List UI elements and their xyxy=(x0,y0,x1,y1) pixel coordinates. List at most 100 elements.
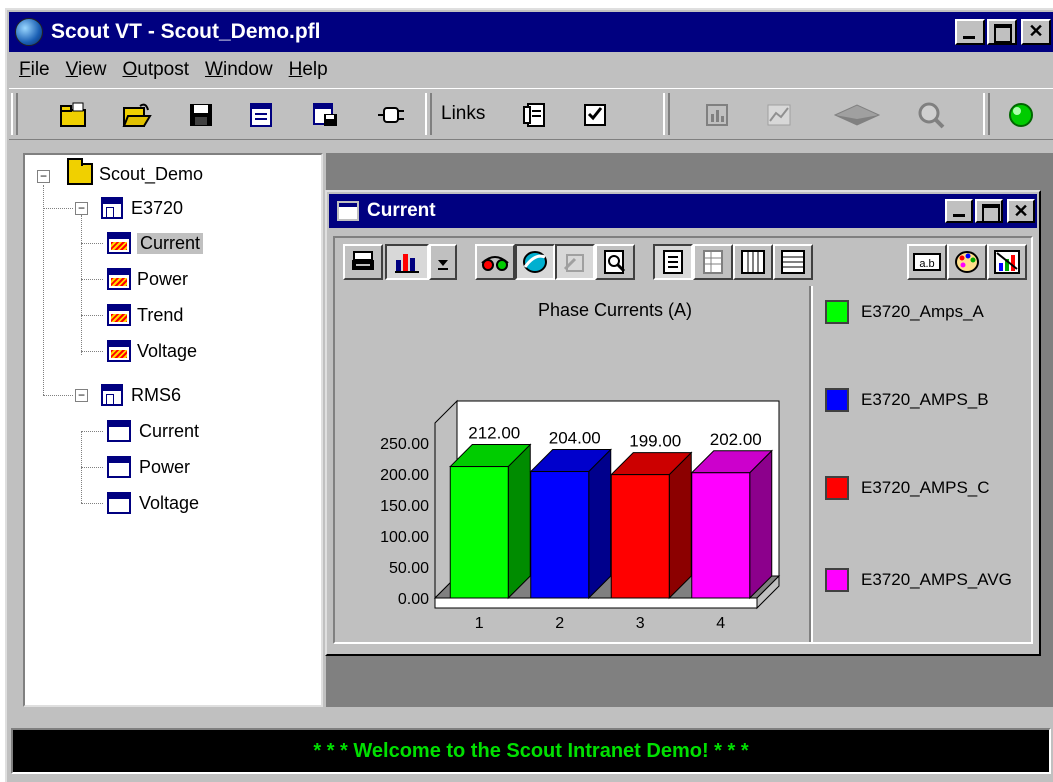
x-tick-label: 4 xyxy=(716,615,725,632)
bar-front xyxy=(610,474,670,599)
link-document-icon[interactable] xyxy=(519,99,551,131)
data-labels-icon[interactable]: a.b xyxy=(907,244,947,280)
legend-swatch xyxy=(825,300,849,324)
chart-page-icon xyxy=(107,268,131,290)
tree-item-rms6-voltage[interactable]: Voltage xyxy=(107,492,199,514)
minimize-button[interactable] xyxy=(955,19,985,45)
tree-item-rms6-current[interactable]: Current xyxy=(107,420,199,442)
tree-item-e3720-power[interactable]: Power xyxy=(107,268,188,290)
tree-device-rms6[interactable]: RMS6 xyxy=(101,384,181,406)
chart-wizard-icon[interactable] xyxy=(987,244,1027,280)
search-magnifier-icon[interactable] xyxy=(915,99,947,131)
menu-file[interactable]: File xyxy=(19,59,50,81)
legend-item-avg[interactable]: E3720_AMPS_AVG xyxy=(825,568,1025,592)
child-title-bar[interactable]: Current ✕ xyxy=(329,194,1037,228)
legend-swatch xyxy=(825,476,849,500)
edit-checklist-icon[interactable] xyxy=(579,99,611,131)
tree-item-e3720-voltage[interactable]: Voltage xyxy=(107,340,197,362)
child-maximize-button[interactable] xyxy=(975,199,1003,223)
tree-item-rms6-power[interactable]: Power xyxy=(107,456,190,478)
bar-front xyxy=(691,472,751,599)
horizontal-grid-icon[interactable] xyxy=(773,244,813,280)
bar-data-label: 202.00 xyxy=(710,430,762,449)
legend-item-c[interactable]: E3720_AMPS_C xyxy=(825,476,990,500)
toolbar-grip-links[interactable] xyxy=(425,93,432,135)
tree-item-label: Current xyxy=(139,420,200,441)
connect-plug-icon[interactable] xyxy=(375,99,407,131)
3d-glasses-icon[interactable] xyxy=(475,244,515,280)
status-banner: * * * Welcome to the Scout Intranet Demo… xyxy=(11,728,1051,774)
bar-side xyxy=(668,451,692,600)
tree-item-label: Voltage xyxy=(139,492,200,513)
status-message: * * * Welcome to the Scout Intranet Demo… xyxy=(313,739,749,762)
tools-icon[interactable] xyxy=(555,244,595,280)
toolbar-grip[interactable] xyxy=(11,93,18,135)
y-tick-label: 150.00 xyxy=(380,498,429,515)
title-bar[interactable]: Scout VT - Scout_Demo.pfl ✕ xyxy=(9,12,1053,52)
tree-root[interactable]: Scout_Demo xyxy=(67,158,203,185)
chart-page-icon xyxy=(107,304,131,326)
child-minimize-button[interactable] xyxy=(945,199,973,223)
report-icon[interactable] xyxy=(701,99,733,131)
save-page-icon[interactable] xyxy=(309,99,341,131)
tree-item-e3720-trend[interactable]: Trend xyxy=(107,304,183,326)
tree-item-label: Trend xyxy=(137,304,184,325)
collapse-root-icon[interactable]: − xyxy=(37,170,50,183)
bar-side xyxy=(507,443,531,600)
window-icon xyxy=(337,201,359,221)
save-icon[interactable] xyxy=(185,99,217,131)
page-icon xyxy=(107,456,131,478)
tree-item-e3720-current[interactable]: Current xyxy=(107,232,204,254)
globe-icon[interactable] xyxy=(15,18,43,46)
tree-item-label: Power xyxy=(139,456,191,477)
maximize-button[interactable] xyxy=(987,19,1017,45)
child-close-button[interactable]: ✕ xyxy=(1007,199,1035,223)
connection-status-light-icon xyxy=(1005,99,1037,131)
bar xyxy=(690,449,773,600)
collapse-rms6-icon[interactable]: − xyxy=(75,389,88,402)
data-sheet-icon[interactable] xyxy=(653,244,693,280)
bar-data-label: 204.00 xyxy=(549,429,601,448)
collapse-e3720-icon[interactable]: − xyxy=(75,202,88,215)
links-label: Links xyxy=(441,103,486,124)
tree-device-e3720[interactable]: E3720 xyxy=(101,197,183,219)
palette-icon[interactable] xyxy=(947,244,987,280)
print-icon[interactable] xyxy=(343,244,383,280)
menu-outpost[interactable]: Outpost xyxy=(122,59,189,81)
vertical-grid-icon[interactable] xyxy=(733,244,773,280)
menu-view[interactable]: View xyxy=(66,59,107,81)
new-folder-icon[interactable] xyxy=(57,99,89,131)
tree-item-label: Current xyxy=(137,232,204,254)
menu-bar: File View Outpost Window Help xyxy=(9,54,1053,86)
toolbar-grip-tools[interactable] xyxy=(663,93,670,135)
chart-type-button[interactable] xyxy=(385,244,429,280)
menu-help[interactable]: Help xyxy=(289,59,328,81)
diamond-shape-icon[interactable] xyxy=(829,99,885,131)
project-tree[interactable]: − Scout_Demo − E3720 Current Power Trend xyxy=(23,153,323,707)
menu-window[interactable]: Window xyxy=(205,59,273,81)
chart-type-dropdown-icon[interactable] xyxy=(429,244,457,280)
device-icon xyxy=(101,384,123,406)
legend-item-b[interactable]: E3720_AMPS_B xyxy=(825,388,989,412)
rotate-view-icon[interactable] xyxy=(515,244,555,280)
phase-currents-chart: Phase Currents (A) 250.00200.00150.00100… xyxy=(380,300,781,632)
y-tick-label: 200.00 xyxy=(380,467,429,484)
y-tick-label: 100.00 xyxy=(380,529,429,546)
close-button[interactable]: ✕ xyxy=(1021,19,1051,45)
bar-front xyxy=(530,471,590,599)
zoom-preview-icon[interactable] xyxy=(595,244,635,280)
tree-device-label: E3720 xyxy=(131,197,184,218)
toolbar-grip-status[interactable] xyxy=(983,93,990,135)
open-folder-icon[interactable] xyxy=(121,99,153,131)
svg-text:a.b: a.b xyxy=(919,258,934,270)
page-properties-icon[interactable] xyxy=(245,99,277,131)
trend-chart-icon[interactable] xyxy=(763,99,795,131)
table-view-icon[interactable] xyxy=(693,244,733,280)
y-axis: 250.00 200.00 150.00 100.00 50.00 0.00 xyxy=(380,436,429,608)
toolbar: Links xyxy=(9,88,1053,140)
window-title: Scout VT - Scout_Demo.pfl xyxy=(51,20,321,43)
x-axis: 1 2 3 4 xyxy=(475,615,726,632)
legend-label: E3720_AMPS_B xyxy=(861,390,989,409)
legend-item-a[interactable]: E3720_Amps_A xyxy=(825,300,984,324)
y-tick-label: 250.00 xyxy=(380,436,429,453)
